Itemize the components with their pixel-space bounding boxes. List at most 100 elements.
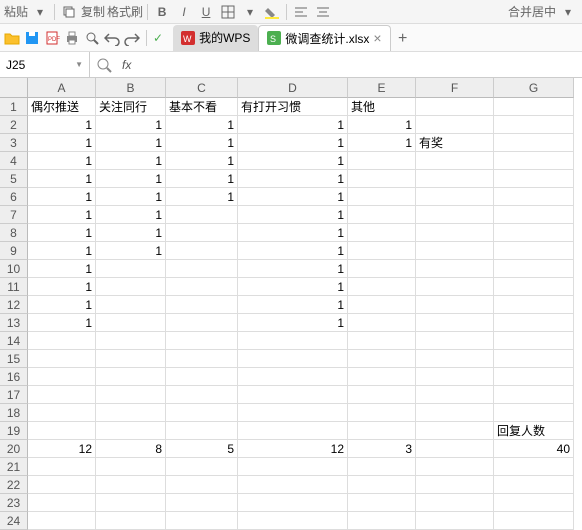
row-header[interactable]: 6 [0, 188, 28, 206]
cell[interactable] [238, 386, 348, 404]
cell[interactable] [166, 386, 238, 404]
cell[interactable] [494, 206, 574, 224]
cell[interactable] [416, 422, 494, 440]
cell[interactable]: 1 [28, 314, 96, 332]
cell[interactable] [28, 386, 96, 404]
cell[interactable]: 1 [96, 116, 166, 134]
cell[interactable]: 1 [238, 206, 348, 224]
cell[interactable] [166, 458, 238, 476]
copy-icon[interactable] [59, 2, 79, 22]
cell[interactable] [28, 512, 96, 530]
cell[interactable] [494, 98, 574, 116]
cell[interactable] [494, 404, 574, 422]
row-header[interactable]: 3 [0, 134, 28, 152]
cell[interactable]: 1 [28, 116, 96, 134]
cell[interactable]: 1 [28, 134, 96, 152]
cell[interactable]: 3 [348, 440, 416, 458]
cell[interactable] [494, 386, 574, 404]
cell[interactable] [416, 170, 494, 188]
cell[interactable] [416, 512, 494, 530]
cell[interactable]: 1 [28, 224, 96, 242]
row-header[interactable]: 23 [0, 494, 28, 512]
cell[interactable] [416, 206, 494, 224]
cell[interactable] [348, 242, 416, 260]
cell[interactable] [348, 260, 416, 278]
cell[interactable] [348, 350, 416, 368]
cell[interactable] [348, 494, 416, 512]
cell[interactable]: 有奖 [416, 134, 494, 152]
cell[interactable] [416, 296, 494, 314]
cell[interactable]: 12 [238, 440, 348, 458]
cell[interactable]: 1 [166, 170, 238, 188]
tab-file[interactable]: S 微调查统计.xlsx × [258, 25, 390, 51]
cell[interactable]: 1 [166, 152, 238, 170]
cell[interactable] [494, 476, 574, 494]
row-header[interactable]: 22 [0, 476, 28, 494]
cell[interactable] [348, 368, 416, 386]
cell[interactable] [494, 134, 574, 152]
cell[interactable] [348, 404, 416, 422]
row-header[interactable]: 4 [0, 152, 28, 170]
column-header[interactable]: B [96, 78, 166, 98]
cell[interactable] [494, 116, 574, 134]
row-header[interactable]: 2 [0, 116, 28, 134]
chevron-down-icon[interactable]: ▾ [240, 2, 260, 22]
cell[interactable] [416, 116, 494, 134]
cell[interactable] [166, 422, 238, 440]
cell[interactable]: 1 [238, 152, 348, 170]
cell[interactable] [416, 440, 494, 458]
cell[interactable] [494, 152, 574, 170]
copy-label[interactable]: 复制 [81, 3, 105, 20]
cell[interactable]: 1 [96, 170, 166, 188]
cell[interactable] [28, 458, 96, 476]
cell[interactable] [348, 188, 416, 206]
cell[interactable]: 1 [238, 242, 348, 260]
format-painter-label[interactable]: 格式刷 [107, 3, 143, 20]
cell[interactable]: 1 [238, 170, 348, 188]
cell[interactable]: 1 [166, 116, 238, 134]
row-header[interactable]: 17 [0, 386, 28, 404]
cell[interactable] [28, 404, 96, 422]
cell[interactable]: 1 [28, 296, 96, 314]
cell[interactable] [238, 512, 348, 530]
row-header[interactable]: 12 [0, 296, 28, 314]
print-preview-icon[interactable] [84, 30, 100, 46]
cell[interactable] [494, 170, 574, 188]
cell[interactable]: 1 [96, 206, 166, 224]
cell[interactable] [238, 422, 348, 440]
cell[interactable]: 1 [96, 152, 166, 170]
cell[interactable] [494, 458, 574, 476]
cell[interactable] [96, 512, 166, 530]
cell[interactable] [238, 458, 348, 476]
cell[interactable] [494, 224, 574, 242]
row-header[interactable]: 9 [0, 242, 28, 260]
cell[interactable] [238, 332, 348, 350]
chevron-down-icon[interactable]: ▾ [30, 2, 50, 22]
row-header[interactable]: 7 [0, 206, 28, 224]
cell[interactable]: 40 [494, 440, 574, 458]
cell[interactable]: 1 [238, 260, 348, 278]
cell[interactable]: 其他 [348, 98, 416, 116]
cell[interactable] [348, 170, 416, 188]
cell[interactable]: 1 [28, 152, 96, 170]
cell[interactable] [494, 494, 574, 512]
bold-icon[interactable]: B [152, 2, 172, 22]
cell[interactable] [166, 260, 238, 278]
row-header[interactable]: 5 [0, 170, 28, 188]
cell[interactable] [494, 368, 574, 386]
cell[interactable] [416, 314, 494, 332]
cell[interactable]: 1 [238, 278, 348, 296]
cell[interactable] [416, 350, 494, 368]
cell[interactable]: 8 [96, 440, 166, 458]
cell[interactable] [28, 494, 96, 512]
cell[interactable] [348, 332, 416, 350]
accept-icon[interactable]: ✓ [153, 31, 163, 45]
cell[interactable] [416, 476, 494, 494]
cell[interactable] [166, 494, 238, 512]
cell[interactable] [348, 296, 416, 314]
cell[interactable] [96, 494, 166, 512]
cell[interactable]: 1 [238, 188, 348, 206]
cell[interactable] [28, 332, 96, 350]
cell[interactable] [166, 224, 238, 242]
chevron-down-icon[interactable]: ▼ [75, 60, 83, 69]
